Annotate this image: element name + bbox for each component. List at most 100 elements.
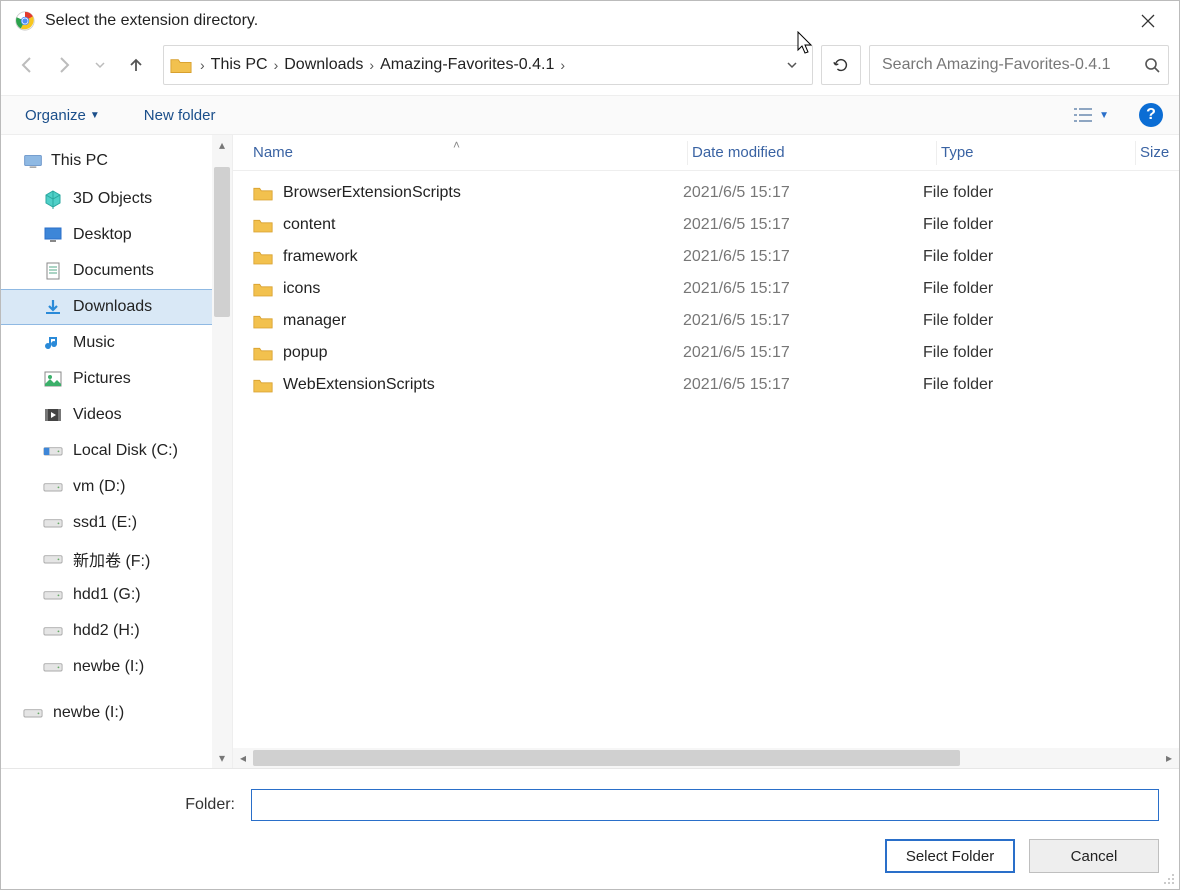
tree-scrollbar[interactable]: ▴ ▾ (212, 135, 232, 768)
file-type: File folder (923, 376, 1113, 394)
scroll-left-icon[interactable]: ◂ (233, 751, 253, 765)
column-size[interactable]: Size (1140, 144, 1179, 161)
new-folder-label: New folder (144, 107, 216, 124)
list-item[interactable]: framework2021/6/5 15:17File folder (233, 241, 1179, 273)
list-item[interactable]: icons2021/6/5 15:17File folder (233, 273, 1179, 305)
tree-node-documents[interactable]: Documents (1, 253, 212, 289)
tree-node-label: vm (D:) (73, 478, 125, 496)
tree-items: 3D Objects DesktopDocuments Downloads Music… (1, 181, 212, 685)
list-item[interactable]: content2021/6/5 15:17File folder (233, 209, 1179, 241)
disk-icon (43, 549, 63, 569)
tree-node-vm-d-[interactable]: vm (D:) (1, 469, 212, 505)
tree-node-label: 3D Objects (73, 190, 152, 208)
tree-node-label: Pictures (73, 370, 131, 388)
file-date: 2021/6/5 15:17 (683, 376, 923, 394)
tree-node-label: hdd1 (G:) (73, 586, 141, 604)
breadcrumb-this-pc[interactable]: This PC (207, 46, 272, 84)
scroll-down-icon[interactable]: ▾ (212, 748, 232, 768)
titlebar: Select the extension directory. (1, 1, 1179, 41)
up-button[interactable] (123, 52, 149, 78)
chevron-right-icon[interactable]: › (367, 57, 376, 73)
tree[interactable]: This PC 3D Objects DesktopDocuments Downlo… (1, 135, 212, 768)
address-bar[interactable]: › This PC › Downloads › Amazing-Favorite… (163, 45, 813, 85)
help-button[interactable]: ? (1139, 103, 1163, 127)
tree-node-hdd2-h-[interactable]: hdd2 (H:) (1, 613, 212, 649)
chevron-right-icon[interactable]: › (272, 57, 281, 73)
back-button[interactable] (15, 52, 41, 78)
navbar: › This PC › Downloads › Amazing-Favorite… (1, 41, 1179, 95)
file-list-pane: Name ˄ Date modified Type Size BrowserEx… (233, 135, 1179, 768)
chevron-right-icon[interactable]: › (198, 57, 207, 73)
picture-icon (43, 369, 63, 389)
tree-node-pictures[interactable]: Pictures (1, 361, 212, 397)
tree-node-label: This PC (51, 152, 108, 170)
horizontal-scrollbar[interactable]: ◂ ▸ (233, 748, 1179, 768)
resize-grip-icon[interactable] (1163, 873, 1175, 885)
tree-node-label: ssd1 (E:) (73, 514, 137, 532)
new-folder-button[interactable]: New folder (136, 96, 224, 134)
view-mode-button[interactable]: ▼ (1067, 107, 1115, 123)
select-folder-button[interactable]: Select Folder (885, 839, 1015, 873)
breadcrumb-downloads[interactable]: Downloads (280, 46, 367, 84)
folder-name-input[interactable] (251, 789, 1159, 821)
tree-node-downloads[interactable]: Downloads (1, 289, 212, 325)
address-dropdown-button[interactable] (776, 59, 808, 71)
footer: Folder: Select Folder Cancel (1, 768, 1179, 889)
tree-node-music[interactable]: Music (1, 325, 212, 361)
file-date: 2021/6/5 15:17 (683, 344, 923, 362)
file-name: content (283, 216, 335, 234)
navigation-pane: This PC 3D Objects DesktopDocuments Downlo… (1, 135, 233, 768)
forward-button[interactable] (51, 52, 77, 78)
tree-node-hdd1-g-[interactable]: hdd1 (G:) (1, 577, 212, 613)
tree-node-ssd1-e-[interactable]: ssd1 (E:) (1, 505, 212, 541)
file-date: 2021/6/5 15:17 (683, 248, 923, 266)
tree-node-label: newbe (I:) (53, 704, 124, 722)
tree-node-local-disk-c-[interactable]: Local Disk (C:) (1, 433, 212, 469)
file-type: File folder (923, 344, 1113, 362)
tree-node-drive-extra[interactable]: newbe (I:) (1, 695, 212, 731)
caret-down-icon: ▼ (90, 110, 100, 121)
tree-node-3d-objects[interactable]: 3D Objects (1, 181, 212, 217)
scroll-right-icon[interactable]: ▸ (1159, 751, 1179, 765)
refresh-button[interactable] (821, 45, 861, 85)
music-icon (43, 333, 63, 353)
tree-node-label: Downloads (73, 298, 152, 316)
file-date: 2021/6/5 15:17 (683, 216, 923, 234)
pc-icon (23, 151, 43, 171)
search-icon (1144, 57, 1160, 73)
video-icon (43, 405, 63, 425)
list-item[interactable]: popup 2021/6/5 15:17File folder (233, 337, 1179, 369)
disk-icon (43, 621, 63, 641)
close-button[interactable] (1125, 5, 1171, 37)
file-name: popup (283, 344, 328, 362)
download-icon (43, 297, 63, 317)
breadcrumb-current[interactable]: Amazing-Favorites-0.4.1 (376, 46, 558, 84)
tree-node-newbe-i-[interactable]: newbe (I:) (1, 649, 212, 685)
cancel-button[interactable]: Cancel (1029, 839, 1159, 873)
folder-icon (253, 217, 273, 233)
list-item[interactable]: WebExtensionScripts2021/6/5 15:17File fo… (233, 369, 1179, 401)
tree-node-desktop[interactable]: Desktop (1, 217, 212, 253)
folder-icon (253, 249, 273, 265)
tree-node-label: hdd2 (H:) (73, 622, 140, 640)
column-name[interactable]: Name ˄ (253, 144, 683, 161)
folder-icon (253, 313, 273, 329)
scroll-thumb[interactable] (253, 750, 960, 766)
tree-node-videos[interactable]: Videos (1, 397, 212, 433)
column-date-modified[interactable]: Date modified (692, 144, 932, 161)
folder-icon (253, 345, 273, 361)
file-rows: BrowserExtensionScripts2021/6/5 15:17Fil… (233, 171, 1179, 748)
scroll-up-icon[interactable]: ▴ (212, 135, 232, 155)
tree-node--f-[interactable]: 新加卷 (F:) (1, 541, 212, 577)
organize-menu[interactable]: Organize ▼ (17, 96, 108, 134)
dialog-buttons: Select Folder Cancel (21, 839, 1159, 873)
list-item[interactable]: manager2021/6/5 15:17File folder (233, 305, 1179, 337)
chevron-right-icon[interactable]: › (558, 57, 567, 73)
tree-node-this-pc[interactable]: This PC (1, 147, 212, 181)
chrome-icon (15, 11, 35, 31)
column-type[interactable]: Type (941, 144, 1131, 161)
recent-locations-button[interactable] (87, 52, 113, 78)
scroll-thumb[interactable] (214, 167, 230, 317)
list-item[interactable]: BrowserExtensionScripts2021/6/5 15:17Fil… (233, 177, 1179, 209)
search-box[interactable]: Search Amazing-Favorites-0.4.1 (869, 45, 1169, 85)
